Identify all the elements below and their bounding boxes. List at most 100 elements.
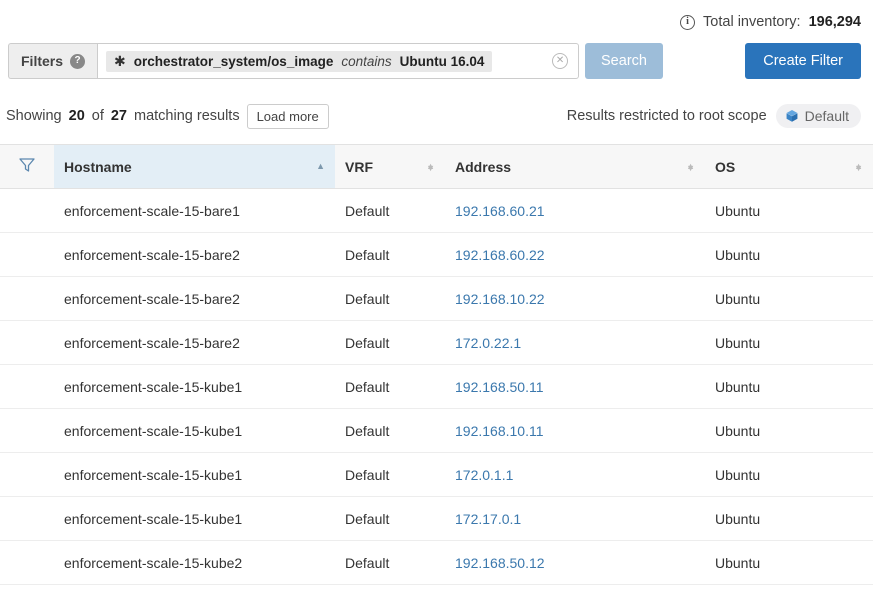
row-gutter-cell <box>0 188 54 233</box>
showing-results-text: Showing 20 of 27 matching results Load m… <box>6 103 329 129</box>
cube-icon <box>786 110 798 122</box>
row-gutter-cell <box>0 540 54 585</box>
cell-hostname: enforcement-scale-15-kube1 <box>54 496 335 541</box>
column-header-vrf[interactable]: VRF ▲ ▼ <box>335 144 445 189</box>
cell-address: 192.168.50.11 <box>445 364 705 409</box>
cell-hostname: enforcement-scale-15-kube1 <box>54 452 335 497</box>
scope-text: Results restricted to root scope <box>566 108 767 124</box>
filter-chip-operator: contains <box>341 53 392 69</box>
showing-prefix: Showing <box>6 108 62 124</box>
column-label-address: Address <box>455 158 512 175</box>
scope-badge[interactable]: Default <box>775 104 861 128</box>
cell-hostname: enforcement-scale-15-bare2 <box>54 232 335 277</box>
sort-neutral-icon: ▲ ▼ <box>686 160 695 173</box>
filters-label: Filters <box>21 53 64 69</box>
table-row[interactable]: enforcement-scale-15-kube1 Default 192.168… <box>0 364 873 409</box>
cell-os: Ubuntu <box>705 408 873 453</box>
column-header-address[interactable]: Address ▲ ▼ <box>445 144 705 189</box>
cell-hostname: enforcement-scale-15-kube1 <box>54 364 335 409</box>
of-text: of <box>91 108 104 124</box>
address-link[interactable]: 172.17.0.1 <box>455 511 521 527</box>
cell-os: Ubuntu <box>705 320 873 365</box>
sort-neutral-icon: ▲ ▼ <box>854 160 863 173</box>
cell-hostname: enforcement-scale-15-kube1 <box>54 408 335 453</box>
cell-vrf: Default <box>335 188 445 233</box>
cell-vrf: Default <box>335 276 445 321</box>
sort-asc-icon: ▲ <box>316 161 325 171</box>
table-row[interactable]: enforcement-scale-15-bare2 Default 192.168… <box>0 232 873 277</box>
total-inventory-label: Total inventory: <box>703 14 801 30</box>
address-link[interactable]: 192.168.50.11 <box>455 379 544 395</box>
cell-os: Ubuntu <box>705 452 873 497</box>
cell-address: 192.168.10.11 <box>445 408 705 453</box>
address-link[interactable]: 192.168.60.22 <box>455 247 545 263</box>
table-row[interactable]: enforcement-scale-15-bare2 Default 172.0.2… <box>0 320 873 365</box>
asterisk-icon: ✱ <box>114 53 126 69</box>
row-gutter-cell <box>0 320 54 365</box>
cell-address: 172.0.22.1 <box>445 320 705 365</box>
table-row[interactable]: enforcement-scale-15-bare2 Default 192.168… <box>0 276 873 321</box>
table-row[interactable]: enforcement-scale-15-kube1 Default 172.0.1… <box>0 452 873 497</box>
cell-vrf: Default <box>335 232 445 277</box>
search-button[interactable]: Search <box>585 43 663 79</box>
cell-os: Ubuntu <box>705 364 873 409</box>
row-gutter-cell <box>0 452 54 497</box>
column-header-os[interactable]: OS ▲ ▼ <box>705 144 873 189</box>
cell-os: Ubuntu <box>705 232 873 277</box>
address-link[interactable]: 192.168.10.11 <box>455 423 544 439</box>
total-inventory-count: 196,294 <box>808 14 861 30</box>
address-link[interactable]: 172.0.22.1 <box>455 335 521 351</box>
address-link[interactable]: 172.0.1.1 <box>455 467 513 483</box>
inventory-table: Hostname ▲ VRF ▲ ▼ Address ▲ ▼ OS ▲ ▼ en… <box>0 144 873 585</box>
row-gutter-cell <box>0 408 54 453</box>
results-suffix: matching results <box>134 108 240 124</box>
cell-address: 192.168.50.12 <box>445 540 705 585</box>
cell-vrf: Default <box>335 540 445 585</box>
row-gutter-cell <box>0 276 54 321</box>
filter-input[interactable]: ✱ orchestrator_system/os_image contains … <box>97 43 580 79</box>
total-inventory: i Total inventory: 196,294 <box>680 14 861 30</box>
row-gutter-cell <box>0 364 54 409</box>
total-count: 27 <box>110 108 127 124</box>
filter-chip[interactable]: ✱ orchestrator_system/os_image contains … <box>106 50 493 72</box>
table-row[interactable]: enforcement-scale-15-kube1 Default 192.168… <box>0 408 873 453</box>
cell-vrf: Default <box>335 320 445 365</box>
cell-os: Ubuntu <box>705 188 873 233</box>
create-filter-button[interactable]: Create Filter <box>745 43 861 79</box>
row-gutter-cell <box>0 232 54 277</box>
scope-badge-label: Default <box>804 108 849 124</box>
results-summary-row: Showing 20 of 27 matching results Load m… <box>0 96 873 136</box>
address-link[interactable]: 192.168.50.12 <box>455 555 545 571</box>
help-circle-icon[interactable]: ? <box>70 53 86 69</box>
column-label-hostname: Hostname <box>64 158 132 175</box>
cell-vrf: Default <box>335 496 445 541</box>
address-link[interactable]: 192.168.60.21 <box>455 203 545 219</box>
cell-vrf: Default <box>335 408 445 453</box>
column-label-vrf: VRF <box>345 158 373 175</box>
filter-input-group: Filters ? ✱ orchestrator_system/os_image… <box>8 43 580 79</box>
load-more-button[interactable]: Load more <box>246 103 329 129</box>
table-row[interactable]: enforcement-scale-15-bare1 Default 192.168… <box>0 188 873 233</box>
cell-address: 192.168.60.21 <box>445 188 705 233</box>
column-filter-cell[interactable] <box>0 144 54 189</box>
cell-os: Ubuntu <box>705 496 873 541</box>
column-header-hostname[interactable]: Hostname ▲ <box>54 144 335 189</box>
scope-restriction: Results restricted to root scope Default <box>567 104 861 128</box>
table-row[interactable]: enforcement-scale-15-kube1 Default 172.17.… <box>0 496 873 541</box>
cell-address: 172.17.0.1 <box>445 496 705 541</box>
cell-vrf: Default <box>335 364 445 409</box>
cell-hostname: enforcement-scale-15-kube2 <box>54 540 335 585</box>
clear-filter-icon[interactable]: ✕ <box>552 53 569 69</box>
cell-address: 172.0.1.1 <box>445 452 705 497</box>
column-label-os: OS <box>715 158 736 175</box>
filters-label-addon: Filters ? <box>8 43 98 79</box>
cell-address: 192.168.10.22 <box>445 276 705 321</box>
funnel-filter-icon <box>19 158 35 172</box>
table-row[interactable]: enforcement-scale-15-kube2 Default 192.168… <box>0 540 873 585</box>
cell-vrf: Default <box>335 452 445 497</box>
cell-hostname: enforcement-scale-15-bare2 <box>54 320 335 365</box>
filter-bar: Filters ? ✱ orchestrator_system/os_image… <box>0 38 873 84</box>
shown-count: 20 <box>68 108 85 124</box>
filter-chip-field: orchestrator_system/os_image <box>133 53 334 69</box>
address-link[interactable]: 192.168.10.22 <box>455 291 545 307</box>
